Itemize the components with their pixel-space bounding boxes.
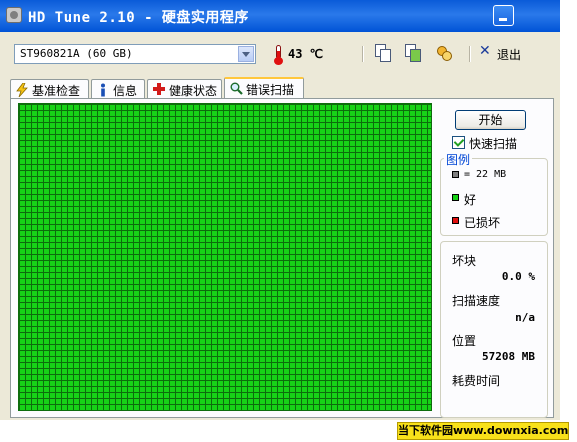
green-square-icon [452, 194, 459, 201]
exit-label: 退出 [497, 48, 522, 62]
legend-damaged-label: 已损坏 [464, 216, 501, 230]
elapsed-time-label: 耗费时间 [452, 374, 501, 388]
drive-select[interactable]: ST960821A (60 GB) [14, 44, 256, 64]
tab-health[interactable]: 健康状态 [147, 79, 222, 98]
tab-health-label: 健康状态 [169, 84, 218, 98]
temperature-readout: 43 ℃ [288, 47, 324, 61]
position-label: 位置 [452, 334, 477, 348]
thermometer-icon [274, 45, 283, 65]
legend-title: 图例 [444, 151, 473, 168]
scan-speed-value: n/a [515, 311, 535, 324]
tab-benchmark[interactable]: 基准检查 [10, 79, 89, 98]
quick-scan-checkbox[interactable] [452, 136, 465, 149]
chevron-down-icon[interactable] [238, 46, 254, 62]
health-cross-icon [153, 83, 165, 95]
block-scan-grid [18, 103, 432, 411]
copy-report-icon[interactable] [404, 44, 422, 62]
quick-scan-label: 快速扫描 [469, 137, 518, 151]
gray-square-icon [452, 171, 459, 178]
legend-good-label: 好 [464, 193, 477, 207]
minimize-button[interactable] [493, 5, 514, 26]
title-bar[interactable]: HD Tune 2.10 - 硬盘实用程序 [0, 0, 560, 32]
bad-blocks-label: 坏块 [452, 254, 477, 268]
hd-tune-app-icon [6, 7, 22, 23]
close-icon: ✕ [479, 43, 491, 59]
position-value: 57208 MB [482, 350, 535, 363]
drive-select-value: ST960821A (60 GB) [20, 47, 133, 60]
magnifier-icon [230, 82, 243, 95]
red-square-icon [452, 217, 459, 224]
tab-info-label: 信息 [113, 84, 138, 98]
toolbar-separator [362, 46, 364, 62]
bad-blocks-value: 0.0 % [501, 270, 535, 283]
info-icon [97, 83, 109, 97]
legend-block-size-label: = 22 MB [464, 169, 507, 180]
scan-speed-label: 扫描速度 [452, 294, 501, 308]
window-title: HD Tune 2.10 - 硬盘实用程序 [28, 10, 249, 26]
tab-error-scan[interactable]: 错误扫描 [224, 77, 304, 99]
watermark-banner: 当下软件园www.downxia.com [397, 422, 569, 440]
bolt-icon [16, 82, 28, 98]
toolbar-separator [469, 46, 471, 62]
tab-benchmark-label: 基准检查 [32, 84, 81, 98]
app-window: HD Tune 2.10 - 硬盘实用程序 ST960821A (60 GB) … [0, 0, 560, 420]
tab-info[interactable]: 信息 [91, 79, 145, 98]
tab-error-scan-label: 错误扫描 [246, 83, 295, 97]
start-button[interactable]: 开始 [455, 110, 526, 130]
options-icon[interactable] [435, 44, 453, 62]
copy-info-icon[interactable] [374, 44, 392, 62]
